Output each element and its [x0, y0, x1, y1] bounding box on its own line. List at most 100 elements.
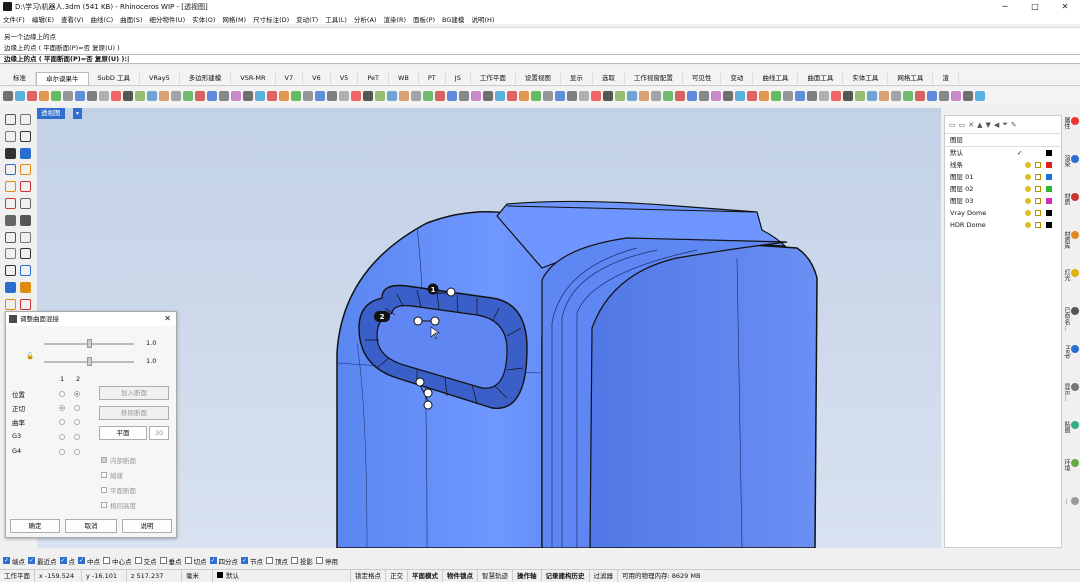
toggle-grid-snap[interactable]: 锁定格点 [351, 569, 386, 582]
radio-tangent-2[interactable] [74, 405, 80, 411]
toolbar-tool-icon[interactable] [267, 91, 277, 101]
tab-item[interactable]: 显示 [561, 72, 593, 85]
layer-color-swatch[interactable] [1046, 198, 1052, 204]
tab-item[interactable]: JS [446, 72, 471, 85]
toolbar-tool-icon[interactable] [339, 91, 349, 101]
menu-dimension[interactable]: 尺寸标注(D) [253, 14, 289, 24]
toolbar-tool-icon[interactable] [15, 91, 25, 101]
toolbar-tool-icon[interactable] [315, 91, 325, 101]
tab-item[interactable]: V6 [303, 72, 331, 85]
radio-position-1[interactable] [59, 391, 65, 397]
toolbar-tool-icon[interactable] [375, 91, 385, 101]
layer-color-swatch[interactable] [1046, 174, 1052, 180]
ok-button[interactable]: 确定 [10, 519, 60, 533]
toolbar-tool-icon[interactable] [699, 91, 709, 101]
side-panel-tab[interactable]: 材质 [1063, 193, 1079, 205]
toggle-smarttrack[interactable]: 智慧轨迹 [478, 569, 513, 582]
checkbox-planar-sections[interactable] [101, 487, 107, 493]
side-panel-tab[interactable]: 环境 [1063, 459, 1079, 471]
layer-row[interactable]: Vray Dome [945, 207, 1061, 219]
osnap-toggle[interactable]: ✓ 中点 [78, 556, 100, 566]
toolbar-tool-icon[interactable] [555, 91, 565, 101]
toolbar-tool-icon[interactable] [795, 91, 805, 101]
toolbar-tool-icon[interactable] [543, 91, 553, 101]
bulb-icon[interactable] [1025, 186, 1031, 192]
osnap-checkbox[interactable]: ✓ [59, 557, 67, 564]
menu-bg-modeling[interactable]: BG建模 [442, 14, 464, 24]
menu-mesh[interactable]: 网格(M) [222, 14, 246, 24]
menu-transform[interactable]: 变动(T) [296, 14, 318, 24]
toolbar-tool-icon[interactable] [171, 91, 181, 101]
toolbar-tool-icon[interactable] [807, 91, 817, 101]
left-tool-icon[interactable] [5, 164, 16, 176]
toolbar-tool-icon[interactable] [123, 91, 133, 101]
toggle-gumball[interactable]: 操作轴 [513, 569, 542, 582]
menu-panels[interactable]: 面板(P) [413, 14, 435, 24]
tab-item[interactable]: PeT [358, 72, 389, 85]
left-tool-icon[interactable] [20, 298, 31, 310]
tab-item[interactable]: 卓尔谟果牛 [36, 72, 89, 85]
tab-item[interactable]: 变动 [721, 72, 754, 85]
tab-item[interactable]: 曲面工具 [798, 72, 844, 85]
side-panel-tab[interactable]: 材质库 [1063, 231, 1079, 249]
dialog-close-icon[interactable]: ✕ [164, 312, 171, 326]
bulb-icon[interactable] [1025, 210, 1031, 216]
toolbar-tool-icon[interactable] [663, 91, 673, 101]
osnap-checkbox[interactable] [316, 557, 323, 564]
toolbar-tool-icon[interactable] [495, 91, 505, 101]
menu-view[interactable]: 查看(V) [61, 14, 84, 24]
toolbar-tool-icon[interactable] [675, 91, 685, 101]
osnap-toggle[interactable]: ✓ 最近点 [28, 556, 57, 566]
menu-help[interactable]: 说明(H) [471, 14, 494, 24]
left-tool-icon[interactable] [5, 298, 16, 310]
left-tool-icon[interactable] [20, 181, 31, 193]
slider-2-thumb[interactable] [87, 357, 92, 366]
layer-color-swatch[interactable] [1046, 222, 1052, 228]
viewport-menu-arrow[interactable]: ▾ [73, 108, 82, 119]
tab-item[interactable]: PT [419, 72, 446, 85]
osnap-checkbox[interactable]: ✓ [3, 557, 10, 564]
osnap-toggle[interactable]: 垂点 [159, 556, 182, 566]
toolbar-tool-icon[interactable] [651, 91, 661, 101]
tab-item[interactable]: VSR-MR [231, 72, 276, 85]
tab-item[interactable]: 多边形建模 [180, 72, 232, 85]
osnap-toggle[interactable]: ✓ 点 [59, 556, 75, 566]
toolbar-tool-icon[interactable] [135, 91, 145, 101]
command-prompt[interactable]: 边缘上的点 ( 平面断面(P)=否 复原(U) ):| [0, 54, 1080, 64]
osnap-checkbox[interactable] [134, 557, 142, 564]
toolbar-tool-icon[interactable] [819, 91, 829, 101]
osnap-checkbox[interactable] [266, 557, 273, 564]
planar-button[interactable]: 平面 [99, 426, 147, 440]
tab-item[interactable]: 标准 [4, 72, 36, 85]
layer-row[interactable]: 默认 ✓ [945, 147, 1061, 159]
toolbar-tool-icon[interactable] [99, 91, 109, 101]
toolbar-tool-icon[interactable] [159, 91, 169, 101]
osnap-toggle[interactable]: 顶点 [266, 556, 288, 566]
viewport-title-tab[interactable]: 透视图 [37, 108, 65, 119]
toolbar-tool-icon[interactable] [891, 91, 901, 101]
layer-row[interactable]: HDR Dome [945, 219, 1061, 231]
left-tool-icon[interactable] [5, 147, 16, 159]
toolbar-tool-icon[interactable] [459, 91, 469, 101]
control-point[interactable] [423, 388, 433, 398]
slider-1-thumb[interactable] [87, 339, 92, 348]
osnap-checkbox[interactable]: ✓ [241, 557, 248, 564]
toolbar-tool-icon[interactable] [3, 91, 13, 101]
toolbar-tool-icon[interactable] [327, 91, 337, 101]
toolbar-tool-icon[interactable] [39, 91, 49, 101]
tab-item[interactable]: 渲 [933, 72, 959, 85]
osnap-toggle[interactable]: 停用 [316, 556, 338, 566]
left-tool-icon[interactable] [5, 265, 16, 277]
osnap-toggle[interactable]: ✓ 节点 [241, 556, 263, 566]
radio-g3-2[interactable] [74, 434, 80, 440]
radio-curvature-2[interactable] [74, 419, 80, 425]
osnap-toggle[interactable]: 中心点 [103, 556, 132, 566]
toggle-osnap[interactable]: 物件锁点 [443, 569, 478, 582]
layer-row[interactable]: 图层 03 [945, 195, 1061, 207]
toolbar-tool-icon[interactable] [291, 91, 301, 101]
toggle-filter[interactable]: 过滤器 [590, 569, 618, 582]
osnap-checkbox[interactable] [291, 557, 298, 564]
osnap-toggle[interactable]: 投影 [291, 556, 313, 566]
control-point[interactable] [413, 316, 423, 326]
toolbar-tool-icon[interactable] [231, 91, 241, 101]
